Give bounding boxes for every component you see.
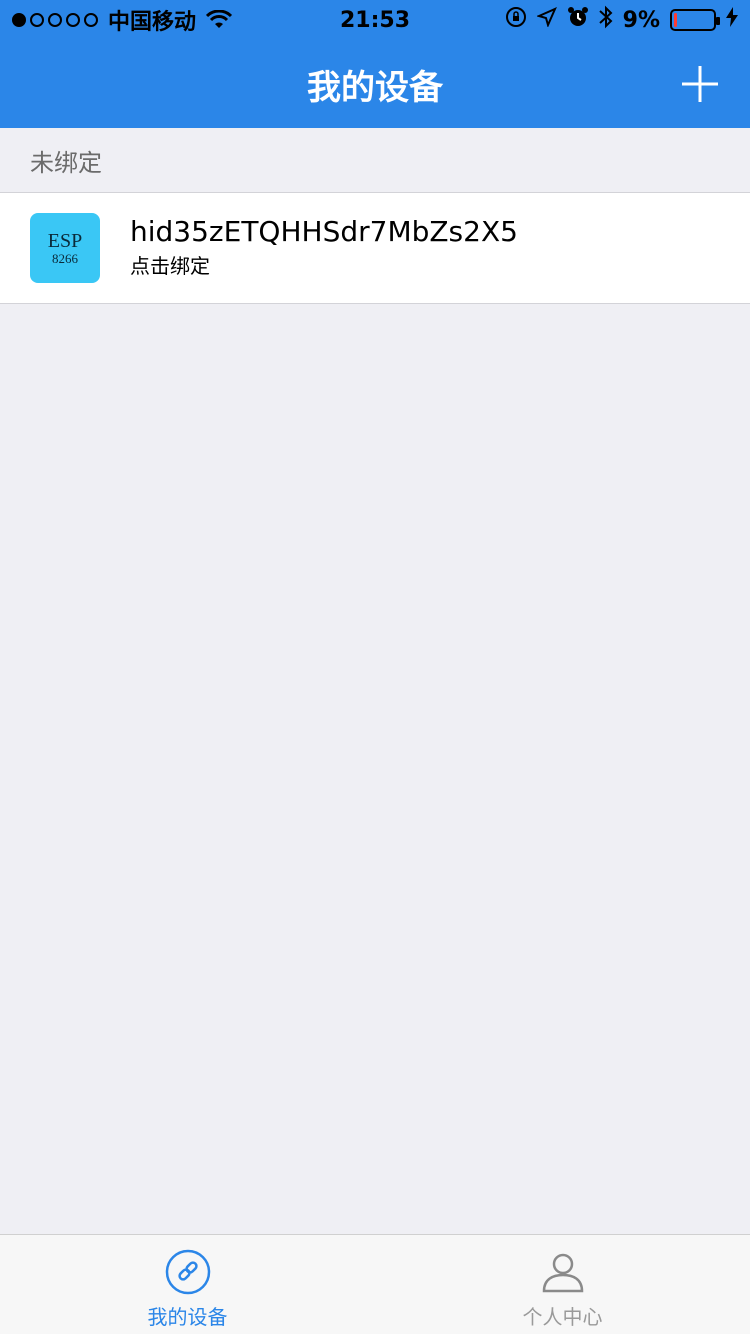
link-icon xyxy=(165,1249,210,1295)
device-text: hid35zETQHHSdr7MbZs2X5 点击绑定 xyxy=(130,215,518,279)
navigation-bar: 我的设备 xyxy=(0,40,750,128)
clock-text: 21:53 xyxy=(339,7,411,33)
bluetooth-icon xyxy=(598,5,613,35)
status-bar: 中国移动 21:53 9% xyxy=(0,0,750,40)
top-bar: 中国移动 21:53 9% 我的设备 xyxy=(0,0,750,128)
tab-label: 我的设备 xyxy=(147,1305,228,1329)
device-icon-label: ESP xyxy=(47,229,83,252)
tab-personal-center[interactable]: 个人中心 xyxy=(375,1235,750,1334)
alarm-icon xyxy=(567,6,589,34)
plus-icon xyxy=(682,66,718,102)
section-header-unbound: 未绑定 xyxy=(0,128,750,192)
page-title: 我的设备 xyxy=(307,67,443,108)
battery-icon xyxy=(670,9,720,31)
battery-percent: 9% xyxy=(622,7,660,33)
add-device-button[interactable] xyxy=(676,60,724,108)
rotation-lock-icon xyxy=(505,6,527,34)
device-icon-model: 8266 xyxy=(52,250,78,266)
tab-my-devices[interactable]: 我的设备 xyxy=(0,1235,375,1334)
charging-icon xyxy=(726,7,738,33)
esp8266-device-icon: ESP 8266 xyxy=(30,213,100,283)
section-title: 未绑定 xyxy=(30,148,102,177)
status-right: 9% xyxy=(505,5,738,35)
tab-bar: 我的设备 个人中心 xyxy=(0,1234,750,1334)
device-bind-hint: 点击绑定 xyxy=(130,253,210,278)
person-icon xyxy=(542,1253,583,1293)
tab-label: 个人中心 xyxy=(522,1305,603,1329)
device-name: hid35zETQHHSdr7MbZs2X5 xyxy=(130,215,518,249)
location-icon xyxy=(535,7,557,33)
device-list-item[interactable]: ESP 8266 hid35zETQHHSdr7MbZs2X5 点击绑定 xyxy=(0,192,750,304)
battery-level xyxy=(674,13,677,27)
